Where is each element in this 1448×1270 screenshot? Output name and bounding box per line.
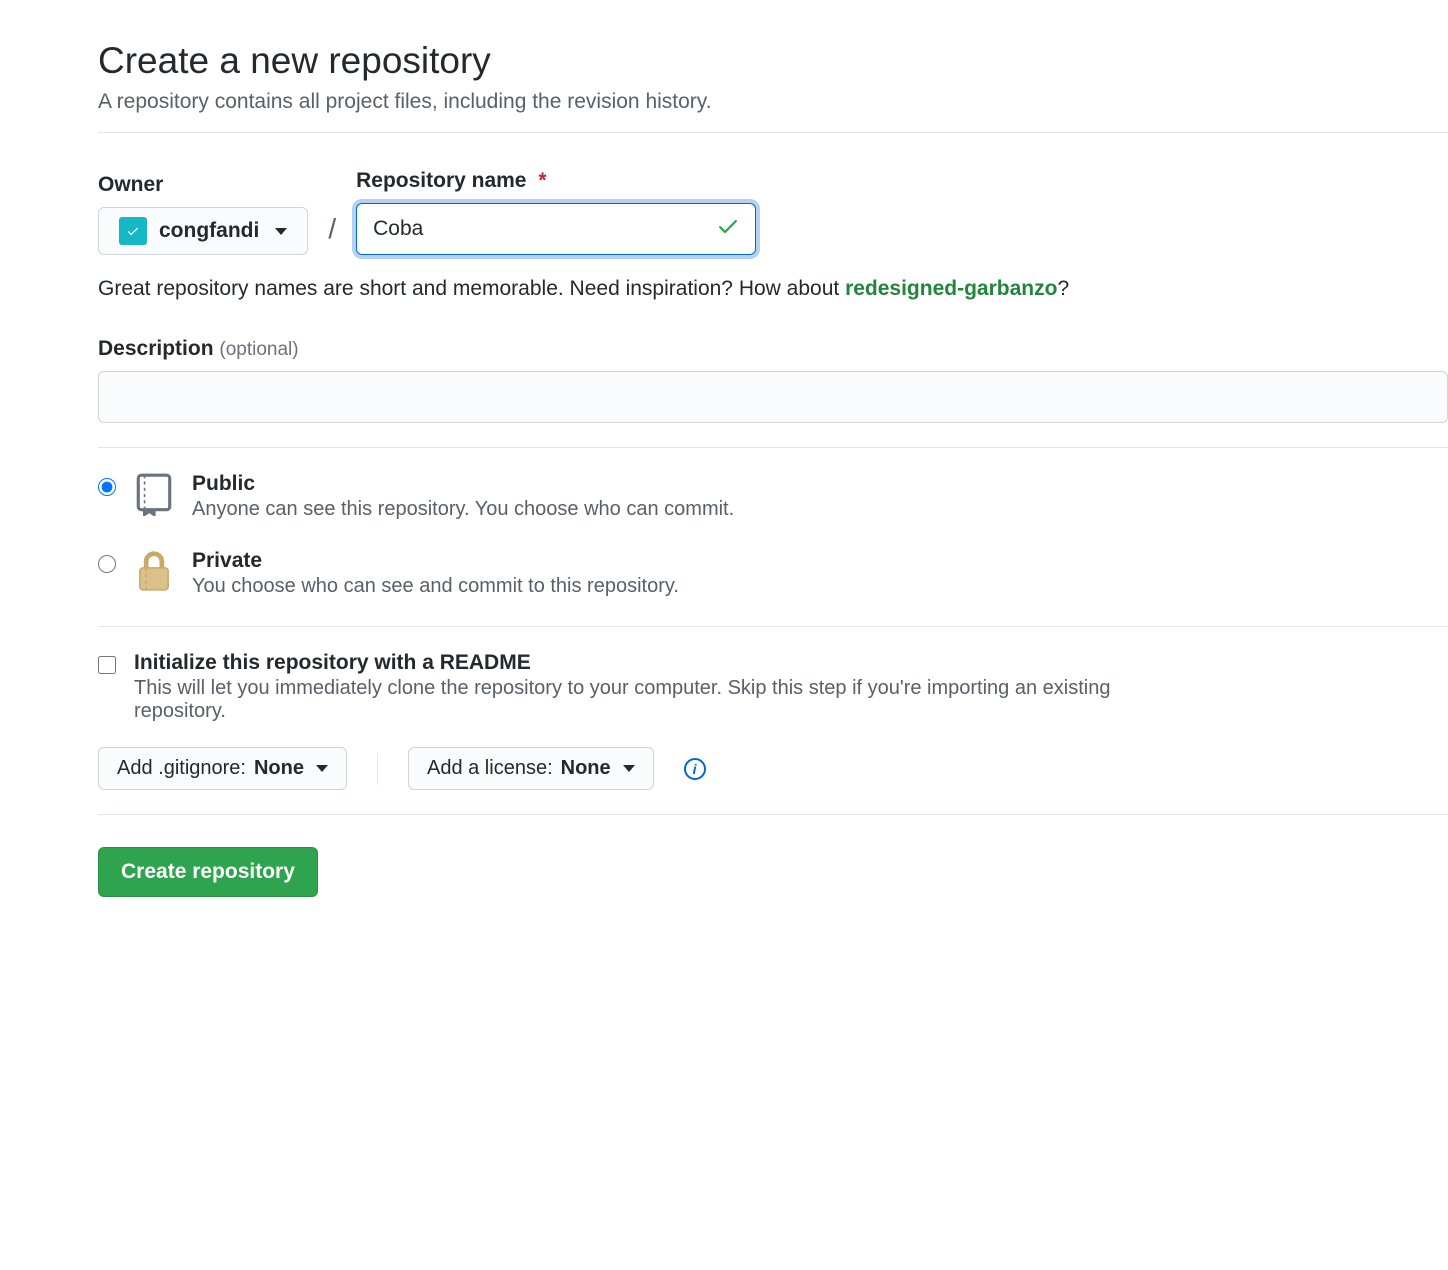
add-gitignore-button[interactable]: Add .gitignore: None — [98, 747, 347, 790]
repo-name-input-wrap — [356, 203, 756, 255]
visibility-public-radio[interactable] — [98, 478, 116, 496]
owner-repo-separator: / — [324, 213, 340, 255]
caret-down-icon — [623, 765, 635, 772]
divider — [98, 814, 1448, 815]
repo-name-label-text: Repository name — [356, 169, 526, 192]
description-input[interactable] — [98, 371, 1448, 423]
helper-text-part1: Great repository names are short and mem… — [98, 277, 845, 300]
owner-column: Owner congfandi — [98, 173, 308, 255]
add-license-button[interactable]: Add a license: None — [408, 747, 654, 790]
init-readme-checkbox[interactable] — [98, 656, 116, 674]
owner-select-button[interactable]: congfandi — [98, 207, 308, 255]
lock-icon — [132, 549, 176, 593]
init-readme-option[interactable]: Initialize this repository with a README… — [98, 651, 1448, 723]
init-readme-text: Initialize this repository with a README… — [134, 651, 1194, 723]
visibility-private-option[interactable]: Private You choose who can see and commi… — [98, 549, 1448, 598]
gitignore-prefix-text: Add .gitignore: — [117, 757, 246, 780]
visibility-public-title: Public — [192, 472, 734, 496]
visibility-private-radio[interactable] — [98, 555, 116, 573]
license-prefix-text: Add a license: — [427, 757, 553, 780]
visibility-public-text: Public Anyone can see this repository. Y… — [192, 472, 734, 521]
owner-avatar-icon — [119, 217, 147, 245]
required-star-icon: * — [538, 169, 546, 192]
caret-down-icon — [275, 228, 287, 235]
vertical-divider — [377, 753, 378, 785]
repo-public-icon — [132, 472, 176, 516]
init-readme-desc: This will let you immediately clone the … — [134, 677, 1194, 723]
owner-name-text: congfandi — [159, 219, 259, 243]
visibility-private-desc: You choose who can see and commit to thi… — [192, 575, 679, 598]
info-icon[interactable]: i — [684, 758, 706, 780]
divider — [98, 447, 1448, 448]
visibility-private-text: Private You choose who can see and commi… — [192, 549, 679, 598]
gitignore-license-row: Add .gitignore: None Add a license: None… — [98, 747, 1448, 790]
create-repository-button[interactable]: Create repository — [98, 847, 318, 897]
repo-name-column: Repository name * — [356, 169, 756, 255]
repo-name-input[interactable] — [356, 203, 756, 255]
description-block: Description (optional) — [98, 337, 1448, 423]
owner-label: Owner — [98, 173, 308, 197]
divider — [98, 132, 1448, 133]
repo-name-label: Repository name * — [356, 169, 756, 193]
description-label: Description — [98, 337, 214, 360]
description-optional-text: (optional) — [219, 339, 298, 360]
repo-name-helper: Great repository names are short and mem… — [98, 277, 1448, 301]
page-title: Create a new repository — [98, 40, 1448, 82]
divider — [98, 626, 1448, 627]
owner-name-row: Owner congfandi / Repository name * — [98, 169, 1448, 255]
gitignore-value-text: None — [254, 757, 304, 780]
license-value-text: None — [561, 757, 611, 780]
helper-trailing: ? — [1057, 277, 1069, 300]
visibility-private-title: Private — [192, 549, 679, 573]
description-label-row: Description (optional) — [98, 337, 1448, 361]
repo-name-suggestion-link[interactable]: redesigned-garbanzo — [845, 277, 1057, 300]
init-readme-title: Initialize this repository with a README — [134, 651, 1194, 675]
caret-down-icon — [316, 765, 328, 772]
visibility-public-desc: Anyone can see this repository. You choo… — [192, 498, 734, 521]
page-subtitle: A repository contains all project files,… — [98, 90, 1448, 114]
visibility-public-option[interactable]: Public Anyone can see this repository. Y… — [98, 472, 1448, 521]
